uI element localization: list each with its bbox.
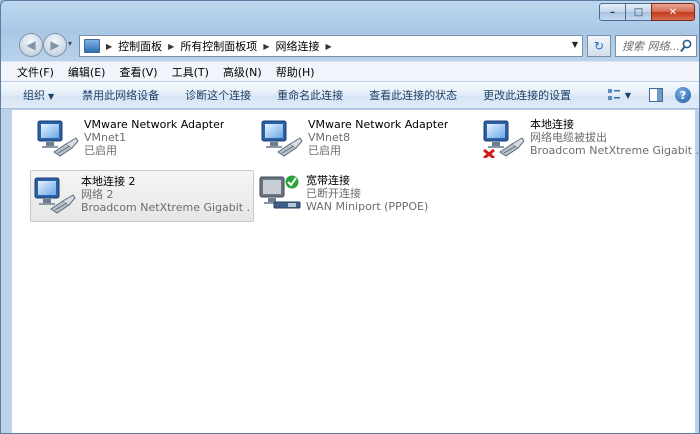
breadcrumb-all-items[interactable]: 所有控制面板项 [180, 38, 257, 54]
connection-item[interactable]: 宽带连接 已断开连接 WAN Miniport (PPPOE) [256, 170, 480, 222]
view-controls: ▼ ? [607, 87, 691, 103]
connection-text: 本地连接 2 网络 2 Broadcom NetXtreme Gigabit .… [81, 175, 251, 214]
connection-name: 宽带连接 [306, 174, 350, 187]
broadband-icon [258, 174, 302, 214]
network-adapter-icon [260, 118, 304, 158]
navigation-bar: ◀ ▶ ▾ ▶ 控制面板 ▶ 所有控制面板项 ▶ 网络连接 ▶ ▼ ↻ [1, 31, 699, 59]
explorer-window: – □ ✕ ◀ ▶ ▾ ▶ 控制面板 ▶ 所有控制面板项 ▶ 网络连接 ▶ ▼ … [0, 0, 700, 434]
connections-list: VMware Network Adapter VMnet1 已启用 VMware… [11, 110, 699, 433]
preview-pane-icon[interactable] [649, 88, 663, 102]
network-adapter-icon [482, 118, 526, 160]
breadcrumb-separator-icon[interactable]: ▶ [263, 42, 269, 51]
menu-tools[interactable]: 工具(T) [172, 64, 209, 80]
menu-advanced[interactable]: 高级(N) [223, 64, 262, 80]
change-view-icon[interactable] [607, 88, 621, 102]
views-dropdown-icon[interactable]: ▼ [625, 91, 631, 100]
disable-device-button[interactable]: 禁用此网络设备 [82, 87, 159, 103]
maximize-button[interactable]: □ [625, 3, 651, 21]
forward-button[interactable]: ▶ [43, 33, 67, 57]
connection-name: VMware Network Adapter [84, 118, 225, 131]
breadcrumb-separator-icon[interactable]: ▶ [168, 42, 174, 51]
connection-name: VMware Network Adapter [308, 118, 449, 131]
back-arrow-icon: ◀ [26, 38, 36, 52]
search-icon[interactable] [680, 39, 692, 53]
green-check-icon [284, 174, 300, 190]
minimize-button[interactable]: – [599, 3, 625, 21]
search-input[interactable] [622, 39, 680, 53]
organize-button[interactable]: 组织 ▼ [23, 87, 54, 103]
organize-label: 组织 [23, 89, 45, 102]
connection-text: VMware Network Adapter VMnet1 已启用 [84, 118, 224, 157]
menu-file[interactable]: 文件(F) [17, 64, 54, 80]
connection-text: 本地连接 网络电缆被拔出 Broadcom NetXtreme Gigabit … [530, 118, 700, 157]
change-settings-button[interactable]: 更改此连接的设置 [483, 87, 571, 103]
connection-status: 网络 2 [81, 188, 114, 201]
chevron-down-icon: ▼ [48, 92, 55, 101]
network-adapter-icon [33, 175, 77, 215]
network-adapter-icon [36, 118, 80, 158]
connection-item[interactable]: VMware Network Adapter VMnet8 已启用 [258, 114, 482, 166]
connection-device: WAN Miniport (PPPOE) [306, 200, 429, 213]
window-controls: – □ ✕ [599, 3, 695, 23]
refresh-button[interactable]: ↻ [587, 35, 611, 57]
close-button[interactable]: ✕ [651, 3, 695, 21]
connection-name: 本地连接 [530, 118, 574, 131]
connection-status: 已断开连接 [306, 187, 361, 200]
connection-name: 本地连接 2 [81, 175, 136, 188]
search-box[interactable] [615, 35, 697, 57]
view-status-button[interactable]: 查看此连接的状态 [369, 87, 457, 103]
back-button[interactable]: ◀ [19, 33, 43, 57]
breadcrumb-separator-icon[interactable]: ▶ [106, 42, 112, 51]
connection-device: Broadcom NetXtreme Gigabit ... [81, 201, 251, 214]
connection-status: VMnet1 [84, 131, 127, 144]
connection-text: VMware Network Adapter VMnet8 已启用 [308, 118, 448, 157]
breadcrumb-separator-icon[interactable]: ▶ [325, 42, 331, 51]
forward-arrow-icon: ▶ [50, 38, 60, 52]
command-bar: 组织 ▼ 禁用此网络设备 诊断这个连接 重命名此连接 查看此连接的状态 更改此连接… [1, 82, 699, 109]
help-icon[interactable]: ? [675, 87, 691, 103]
refresh-icon: ↻ [593, 39, 605, 53]
address-dropdown-icon[interactable]: ▼ [572, 40, 578, 49]
address-bar[interactable]: ▶ 控制面板 ▶ 所有控制面板项 ▶ 网络连接 ▶ ▼ [79, 35, 583, 57]
connection-device: 已启用 [84, 144, 117, 157]
control-panel-icon [84, 39, 100, 53]
breadcrumb-control-panel[interactable]: 控制面板 [118, 38, 162, 54]
menu-bar: 文件(F) 编辑(E) 查看(V) 工具(T) 高级(N) 帮助(H) [1, 61, 699, 81]
connection-status: 网络电缆被拔出 [530, 131, 607, 144]
connection-status: VMnet8 [308, 131, 351, 144]
diagnose-connection-button[interactable]: 诊断这个连接 [185, 87, 251, 103]
menu-help[interactable]: 帮助(H) [276, 64, 315, 80]
connection-device: Broadcom NetXtreme Gigabit ... [530, 144, 700, 157]
menu-edit[interactable]: 编辑(E) [68, 64, 106, 80]
history-dropdown-icon[interactable]: ▾ [68, 39, 72, 48]
connection-device: 已启用 [308, 144, 341, 157]
menu-view[interactable]: 查看(V) [119, 64, 157, 80]
connection-item[interactable]: 本地连接 网络电缆被拔出 Broadcom NetXtreme Gigabit … [480, 114, 700, 166]
connection-item[interactable]: 本地连接 2 网络 2 Broadcom NetXtreme Gigabit .… [30, 170, 254, 222]
connection-text: 宽带连接 已断开连接 WAN Miniport (PPPOE) [306, 174, 428, 213]
rename-connection-button[interactable]: 重命名此连接 [277, 87, 343, 103]
breadcrumb-network-connections[interactable]: 网络连接 [275, 38, 319, 54]
connection-item[interactable]: VMware Network Adapter VMnet1 已启用 [34, 114, 258, 166]
red-x-icon [483, 148, 495, 160]
